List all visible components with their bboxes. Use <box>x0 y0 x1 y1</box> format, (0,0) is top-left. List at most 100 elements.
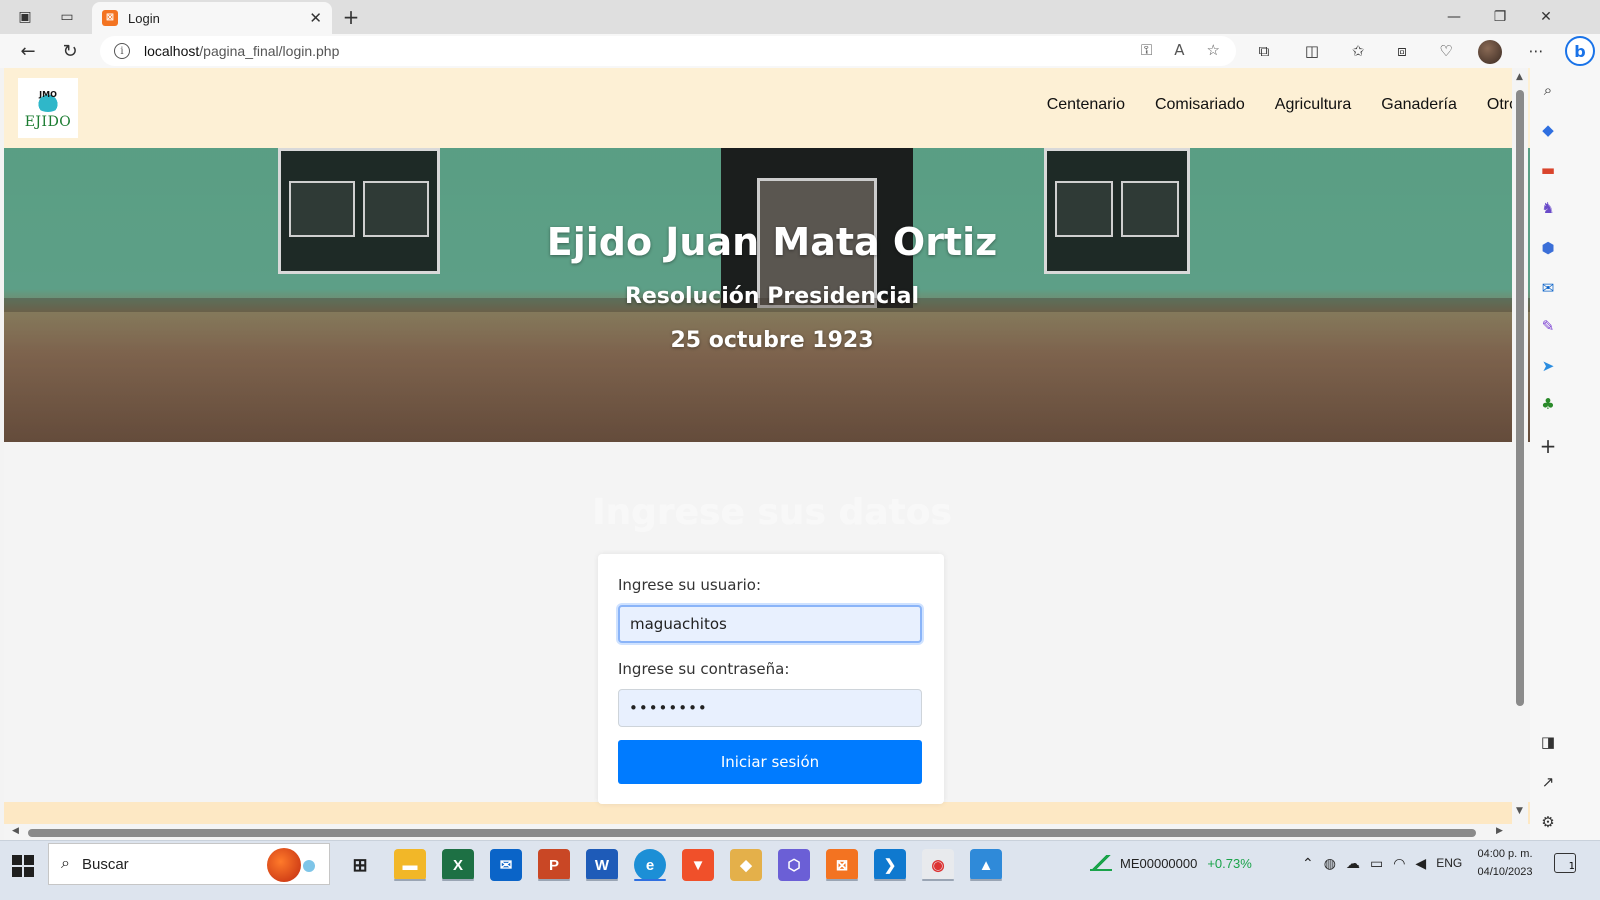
horizontal-scrollbar[interactable]: ◀ ▶ <box>4 824 1512 840</box>
tab-login[interactable]: ⊠ Login ✕ <box>92 2 332 34</box>
tools-icon[interactable]: ▬ <box>1538 160 1558 180</box>
powerpoint-icon[interactable]: P <box>538 849 570 881</box>
password-input[interactable] <box>618 689 922 727</box>
restore-icon[interactable]: ❐ <box>1478 4 1522 30</box>
collections-icon[interactable]: ⧈ <box>1390 39 1414 63</box>
games-icon[interactable]: ♞ <box>1538 198 1558 218</box>
system-tray: ⌃ ◍ ☁ ▭ ◠ ◀ ENG <box>1302 841 1462 885</box>
word-icon[interactable]: W <box>586 849 618 881</box>
clock[interactable]: 04:00 p. m. 04/10/2023 <box>1470 845 1540 881</box>
add-sidebar-app-icon[interactable]: + <box>1538 434 1558 458</box>
chrome-icon[interactable]: ◉ <box>922 849 954 881</box>
site-info-icon[interactable]: i <box>114 43 130 59</box>
profile-avatar[interactable] <box>1478 40 1502 64</box>
microsoft365-icon[interactable]: ⬢ <box>1538 238 1558 258</box>
username-label: Ingrese su usuario: <box>618 576 762 594</box>
close-window-icon[interactable]: ✕ <box>1524 4 1568 30</box>
username-input[interactable] <box>618 605 922 643</box>
page-viewport: JMO EJIDO Centenario Comisariado Agricul… <box>4 68 1540 840</box>
footer-strip <box>4 802 1540 824</box>
settings-gear-icon[interactable]: ⚙ <box>1538 812 1558 832</box>
read-aloud-icon[interactable]: A <box>1174 41 1184 59</box>
edge-icon[interactable]: e <box>634 849 666 881</box>
vscode-icon[interactable]: ❯ <box>874 849 906 881</box>
language-indicator[interactable]: ENG <box>1436 856 1462 870</box>
minimize-icon[interactable]: — <box>1432 4 1476 30</box>
address-bar[interactable]: i localhost/pagina_final/login.php ⚿ A ☆ <box>100 36 1236 66</box>
login-button[interactable]: Iniciar sesión <box>618 740 922 784</box>
password-label: Ingrese su contraseña: <box>618 660 790 678</box>
excel-icon[interactable]: X <box>442 849 474 881</box>
edge-sidebar: ⌕ ◆ ▬ ♞ ⬢ ✉ ✎ ➤ ♣ + ◨ ↗ ⚙ <box>1530 68 1600 840</box>
close-tab-icon[interactable]: ✕ <box>309 9 322 27</box>
tab-actions-icon[interactable]: ▭ <box>54 5 80 29</box>
favorites-icon[interactable]: ✩ <box>1346 39 1370 63</box>
open-external-icon[interactable]: ↗ <box>1538 772 1558 792</box>
menu-item-ganaderia[interactable]: Ganadería <box>1381 96 1457 114</box>
copilot-app-icon[interactable]: ⬡ <box>778 849 810 881</box>
brave-icon[interactable]: ▼ <box>682 849 714 881</box>
xampp-icon[interactable]: ⊠ <box>826 849 858 881</box>
hero-title: Ejido Juan Mata Ortiz <box>546 220 998 264</box>
stock-change: +0.73% <box>1207 855 1252 871</box>
browser-toolbar: ← ↻ i localhost/pagina_final/login.php ⚿… <box>0 34 1600 68</box>
battery-icon[interactable]: ▭ <box>1370 855 1383 872</box>
volume-icon[interactable]: ◀ <box>1415 855 1426 872</box>
split-screen-icon[interactable]: ◫ <box>1300 39 1324 63</box>
shopping-tag-icon[interactable]: ◆ <box>1538 120 1558 140</box>
bing-copilot-icon[interactable]: b <box>1565 36 1595 66</box>
onedrive-icon[interactable]: ☁ <box>1346 855 1360 872</box>
back-icon[interactable]: ← <box>14 38 42 64</box>
notification-icon[interactable]: 1 <box>1554 853 1576 873</box>
task-view-icon[interactable]: ⊞ <box>344 849 376 881</box>
clock-date: 04/10/2023 <box>1477 866 1533 878</box>
vertical-scroll-thumb[interactable] <box>1516 90 1524 706</box>
drop-icon[interactable]: ➤ <box>1538 356 1558 376</box>
browser-essentials-icon[interactable]: ♡ <box>1434 39 1458 63</box>
taskbar-search[interactable]: ⌕ Buscar <box>48 843 330 885</box>
menu-item-comisariado[interactable]: Comisariado <box>1155 96 1245 114</box>
folder-app-icon[interactable]: ◆ <box>730 849 762 881</box>
xampp-icon: ⊠ <box>102 10 118 26</box>
start-menu-icon[interactable] <box>12 855 34 877</box>
stock-widget[interactable]: ME00000000 +0.73% <box>1090 841 1252 885</box>
tab-title: Login <box>128 10 160 26</box>
menu-item-agricultura[interactable]: Agricultura <box>1275 96 1351 114</box>
refresh-icon[interactable]: ↻ <box>56 38 84 64</box>
notification-count: 1 <box>1568 861 1575 872</box>
clock-time: 04:00 p. m. <box>1477 848 1533 860</box>
menu-item-centenario[interactable]: Centenario <box>1047 96 1125 114</box>
search-icon: ⌕ <box>61 855 70 872</box>
hero-banner: Ejido Juan Mata Ortiz Resolución Preside… <box>4 148 1540 442</box>
site-logo[interactable]: JMO EJIDO <box>18 78 78 138</box>
tree-icon[interactable]: ♣ <box>1538 394 1558 414</box>
site-navbar: JMO EJIDO Centenario Comisariado Agricul… <box>4 68 1540 148</box>
extensions-icon[interactable]: ⧉ <box>1252 39 1276 63</box>
designer-icon[interactable]: ✎ <box>1538 316 1558 336</box>
search-highlight-icon <box>259 848 319 882</box>
photos-icon[interactable]: ▲ <box>970 849 1002 881</box>
favorite-star-icon[interactable]: ☆ <box>1207 41 1220 59</box>
mail-icon[interactable]: ✉ <box>490 849 522 881</box>
search-icon[interactable]: ⌕ <box>1538 80 1558 100</box>
hero-date: 25 octubre 1923 <box>670 328 874 353</box>
wifi-icon[interactable]: ◠ <box>1393 855 1405 872</box>
sidebar-panel-icon[interactable]: ◨ <box>1538 732 1558 752</box>
chevron-up-icon[interactable]: ⌃ <box>1302 855 1314 872</box>
file-explorer-icon[interactable]: ▬ <box>394 849 426 881</box>
windows-taskbar: ⌕ Buscar ⊞ ▬ X ✉ P W e ▼ ◆ ⬡ ⊠ ❯ ◉ ▲ ME0… <box>0 840 1600 900</box>
password-key-icon[interactable]: ⚿ <box>1141 41 1152 59</box>
browser-titlebar: ▣ ▭ ⊠ Login ✕ + — ❐ ✕ <box>0 0 1600 34</box>
vertical-scrollbar[interactable]: ▲ ▼ <box>1512 68 1528 824</box>
stock-symbol: ME00000000 <box>1120 855 1198 871</box>
workspaces-icon[interactable]: ▣ <box>12 5 38 29</box>
meet-icon[interactable]: ◍ <box>1324 855 1336 872</box>
outlook-icon[interactable]: ✉ <box>1538 278 1558 298</box>
new-tab-button[interactable]: + <box>338 4 364 30</box>
taskbar-search-text: Buscar <box>81 855 129 873</box>
horizontal-scroll-thumb[interactable] <box>28 829 1476 837</box>
logo-text: EJIDO <box>24 114 72 130</box>
hero-subtitle: Resolución Presidencial <box>624 284 920 309</box>
stock-chart-icon <box>1090 855 1112 871</box>
more-options-icon[interactable]: ⋯ <box>1524 39 1548 63</box>
